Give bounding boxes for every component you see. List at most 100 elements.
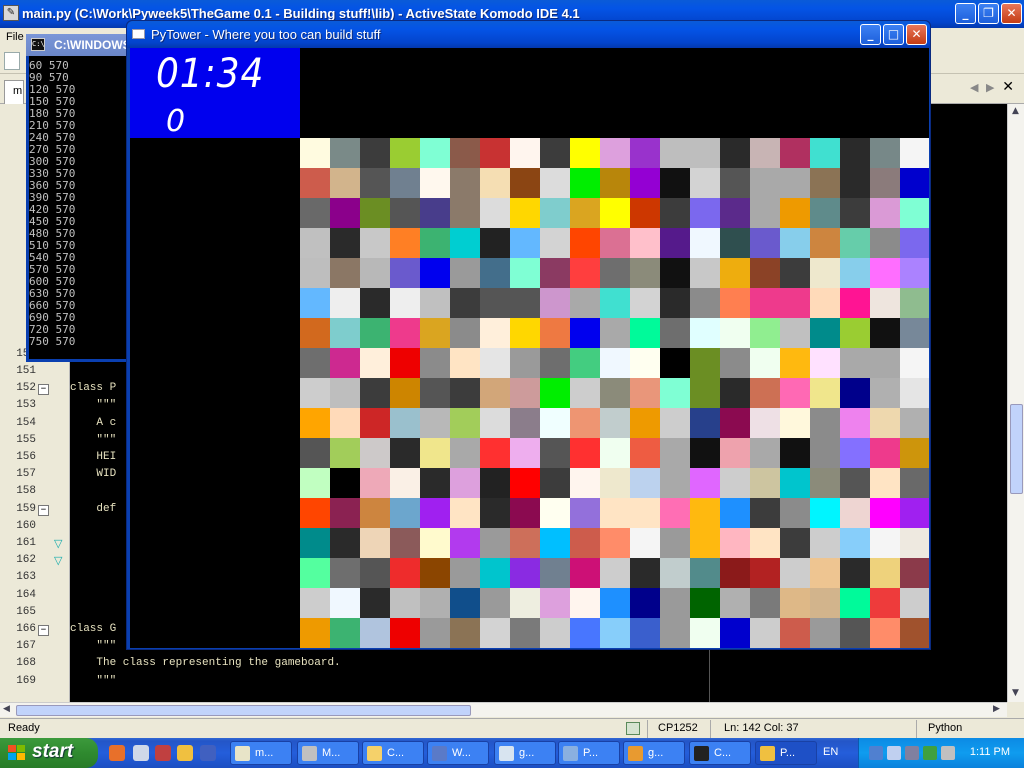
board-block[interactable]: [450, 288, 480, 318]
board-block[interactable]: [420, 558, 450, 588]
board-block[interactable]: [840, 498, 870, 528]
board-block[interactable]: [720, 618, 750, 648]
bookmark-icon[interactable]: ▽: [54, 554, 62, 567]
pytower-maximize-button[interactable]: □: [883, 24, 904, 45]
board-block[interactable]: [480, 168, 510, 198]
board-block[interactable]: [780, 288, 810, 318]
board-block[interactable]: [720, 498, 750, 528]
board-block[interactable]: [480, 348, 510, 378]
board-block[interactable]: [840, 288, 870, 318]
status-encoding[interactable]: CP1252: [658, 722, 698, 734]
board-block[interactable]: [480, 228, 510, 258]
board-block[interactable]: [390, 588, 420, 618]
board-block[interactable]: [840, 318, 870, 348]
board-block[interactable]: [810, 228, 840, 258]
board-block[interactable]: [750, 288, 780, 318]
board-block[interactable]: [390, 348, 420, 378]
board-block[interactable]: [570, 138, 600, 168]
board-block[interactable]: [480, 468, 510, 498]
board-block[interactable]: [570, 348, 600, 378]
board-block[interactable]: [450, 378, 480, 408]
board-block[interactable]: [540, 198, 570, 228]
board-block[interactable]: [360, 198, 390, 228]
board-block[interactable]: [300, 318, 330, 348]
board-block[interactable]: [840, 378, 870, 408]
taskbar-task-button[interactable]: m...: [230, 741, 292, 765]
board-block[interactable]: [450, 228, 480, 258]
board-block[interactable]: [660, 558, 690, 588]
board-block[interactable]: [330, 288, 360, 318]
board-block[interactable]: [870, 468, 900, 498]
firefox-quicklaunch-icon[interactable]: [109, 745, 125, 761]
board-block[interactable]: [630, 378, 660, 408]
board-block[interactable]: [600, 588, 630, 618]
game-canvas[interactable]: 01:34 0: [130, 48, 929, 648]
pytower-title-bar[interactable]: PyTower - Where you too can build stuff …: [127, 21, 930, 48]
board-block[interactable]: [690, 588, 720, 618]
fold-toggle-icon[interactable]: −: [38, 625, 49, 636]
board-block[interactable]: [840, 198, 870, 228]
board-block[interactable]: [630, 288, 660, 318]
board-block[interactable]: [630, 498, 660, 528]
board-block[interactable]: [900, 258, 929, 288]
board-block[interactable]: [390, 258, 420, 288]
board-block[interactable]: [840, 618, 870, 648]
taskbar-task-button[interactable]: P...: [755, 741, 817, 765]
board-block[interactable]: [720, 198, 750, 228]
board-block[interactable]: [600, 438, 630, 468]
board-block[interactable]: [720, 138, 750, 168]
board-block[interactable]: [720, 588, 750, 618]
folder-quicklaunch-icon[interactable]: [177, 745, 193, 761]
board-block[interactable]: [360, 378, 390, 408]
board-block[interactable]: [690, 138, 720, 168]
board-block[interactable]: [600, 228, 630, 258]
board-block[interactable]: [900, 528, 929, 558]
board-block[interactable]: [540, 558, 570, 588]
board-block[interactable]: [300, 288, 330, 318]
board-block[interactable]: [870, 498, 900, 528]
board-block[interactable]: [360, 288, 390, 318]
board-block[interactable]: [510, 258, 540, 288]
board-block[interactable]: [480, 438, 510, 468]
board-block[interactable]: [330, 318, 360, 348]
board-block[interactable]: [750, 258, 780, 288]
board-block[interactable]: [570, 378, 600, 408]
board-block[interactable]: [840, 588, 870, 618]
board-block[interactable]: [900, 408, 929, 438]
board-block[interactable]: [330, 528, 360, 558]
board-block[interactable]: [840, 228, 870, 258]
board-block[interactable]: [480, 558, 510, 588]
board-block[interactable]: [570, 168, 600, 198]
board-block[interactable]: [630, 198, 660, 228]
board-block[interactable]: [600, 468, 630, 498]
board-block[interactable]: [870, 288, 900, 318]
board-block[interactable]: [780, 438, 810, 468]
language-indicator[interactable]: EN: [823, 746, 838, 758]
board-block[interactable]: [840, 528, 870, 558]
board-block[interactable]: [300, 168, 330, 198]
board-block[interactable]: [300, 138, 330, 168]
board-block[interactable]: [690, 618, 720, 648]
board-block[interactable]: [360, 318, 390, 348]
board-block[interactable]: [420, 618, 450, 648]
board-block[interactable]: [720, 378, 750, 408]
board-block[interactable]: [360, 138, 390, 168]
board-block[interactable]: [840, 558, 870, 588]
board-block[interactable]: [300, 468, 330, 498]
board-block[interactable]: [450, 498, 480, 528]
board-block[interactable]: [630, 348, 660, 378]
board-block[interactable]: [900, 138, 929, 168]
board-block[interactable]: [600, 528, 630, 558]
pytower-close-button[interactable]: ✕: [906, 24, 927, 45]
board-block[interactable]: [330, 588, 360, 618]
board-block[interactable]: [630, 168, 660, 198]
board-block[interactable]: [900, 588, 929, 618]
board-block[interactable]: [720, 438, 750, 468]
board-block[interactable]: [810, 588, 840, 618]
board-block[interactable]: [870, 558, 900, 588]
board-block[interactable]: [630, 438, 660, 468]
board-block[interactable]: [390, 318, 420, 348]
board-block[interactable]: [810, 468, 840, 498]
board-block[interactable]: [540, 498, 570, 528]
board-block[interactable]: [750, 558, 780, 588]
